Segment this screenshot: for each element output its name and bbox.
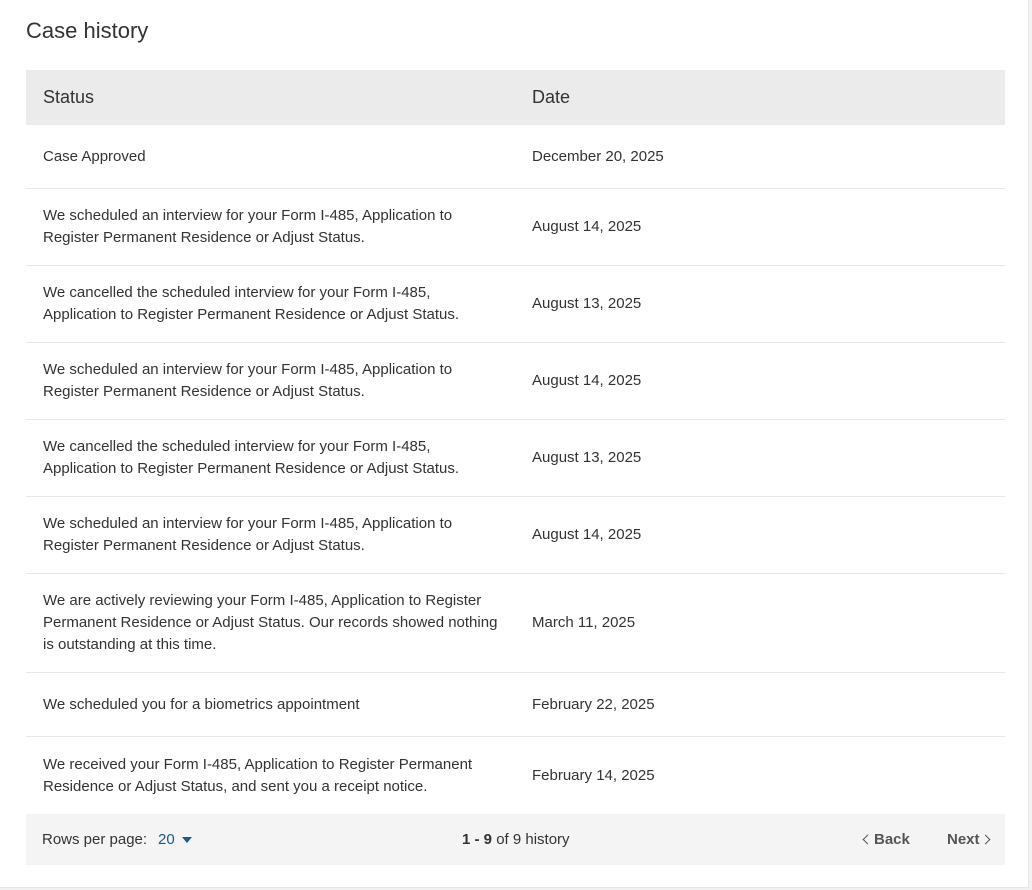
table-row: We cancelled the scheduled interview for…: [26, 266, 1005, 343]
table-row: We are actively reviewing your Form I-48…: [26, 574, 1005, 673]
date-cell: March 11, 2025: [532, 614, 636, 631]
date-cell: February 22, 2025: [532, 695, 655, 713]
date-cell: August 13, 2025: [532, 449, 642, 466]
date-cell: February 14, 2025: [532, 766, 655, 784]
date-cell: August 13, 2025: [532, 295, 642, 312]
date-cell: August 14, 2025: [532, 526, 642, 543]
rows-per-page-label: Rows per page:: [42, 831, 148, 848]
status-cell: We scheduled an interview for your Form …: [43, 207, 453, 246]
status-cell: We cancelled the scheduled interview for…: [43, 438, 460, 477]
chevron-right-icon: [980, 834, 990, 845]
status-cell: We scheduled you for a biometrics appoin…: [43, 695, 360, 713]
date-cell: August 14, 2025: [532, 372, 642, 389]
table-row: We scheduled you for a biometrics appoin…: [26, 673, 1005, 737]
page-title: Case history: [26, 18, 149, 43]
table-row: We scheduled an interview for your Form …: [26, 343, 1005, 420]
pagination-bar: Rows per page: 20 1 - 9 of 9 history Bac…: [26, 814, 1005, 865]
status-cell: We cancelled the scheduled interview for…: [43, 284, 460, 323]
rows-per-page-value[interactable]: 20: [158, 831, 175, 848]
back-button-label: Back: [874, 831, 910, 848]
chevron-left-icon: [862, 834, 873, 845]
page-range-info: 1 - 9 of 9 history: [462, 831, 570, 848]
date-cell: December 20, 2025: [532, 147, 664, 165]
table-row: We cancelled the scheduled interview for…: [26, 420, 1005, 497]
status-column-header: Status: [43, 87, 95, 107]
date-cell: August 14, 2025: [532, 218, 642, 235]
table-row: We scheduled an interview for your Form …: [26, 189, 1005, 266]
page-total-text: of 9 history: [496, 831, 570, 848]
table-row: Case Approved December 20, 2025: [26, 125, 1005, 189]
date-column-header: Date: [532, 87, 571, 107]
status-cell: We scheduled an interview for your Form …: [43, 515, 453, 554]
table-row: We scheduled an interview for your Form …: [26, 497, 1005, 574]
table-row: We received your Form I-485, Application…: [26, 737, 1005, 814]
rows-per-page-select[interactable]: 20: [158, 831, 192, 848]
status-cell: We received your Form I-485, Application…: [43, 755, 473, 795]
caret-down-icon[interactable]: [181, 837, 192, 843]
case-history-card: Case history Status Date Case Approved D…: [0, 0, 1029, 888]
status-cell: We scheduled an interview for your Form …: [43, 361, 453, 400]
back-button[interactable]: Back: [862, 831, 910, 848]
status-cell: Case Approved: [43, 147, 146, 165]
table-header: Status Date: [26, 70, 1005, 125]
next-button[interactable]: Next: [947, 831, 990, 848]
case-history-table: Status Date Case Approved December 20, 2…: [26, 70, 1005, 814]
next-button-label: Next: [947, 831, 980, 848]
page-range: 1 - 9: [462, 831, 493, 848]
status-cell: We are actively reviewing your Form I-48…: [43, 592, 498, 653]
